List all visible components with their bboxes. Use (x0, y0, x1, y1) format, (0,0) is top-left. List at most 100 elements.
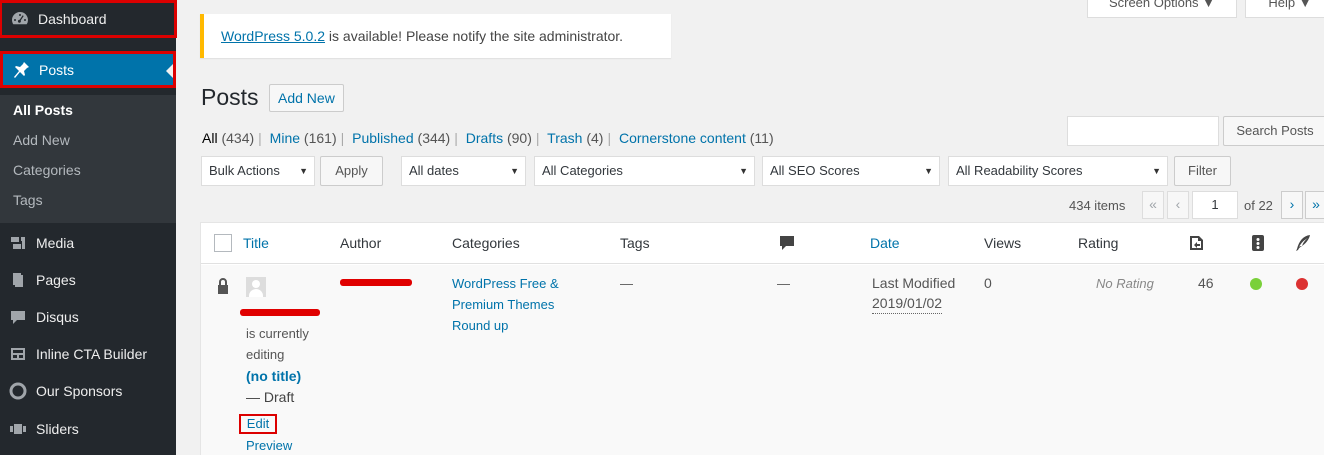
redacted-author (340, 279, 412, 286)
filter-cornerstone-count: (11) (749, 130, 774, 146)
submenu-all-posts[interactable]: All Posts (0, 95, 176, 125)
update-link[interactable]: WordPress 5.0.2 (221, 28, 325, 44)
prev-page-button[interactable]: ‹ (1167, 191, 1189, 219)
filter-published-count: (344) (417, 130, 451, 146)
column-tags: Tags (620, 235, 650, 251)
rating-value: No Rating (1096, 276, 1154, 291)
table-row: is currently editing (no title) — Draft … (201, 265, 1324, 455)
current-menu-arrow (166, 64, 173, 78)
dashboard-icon (2, 9, 38, 29)
help-tab[interactable]: Help ▼ (1245, 0, 1324, 18)
filter-trash[interactable]: Trash (547, 130, 582, 146)
update-notice: WordPress 5.0.2 is available! Please not… (200, 14, 671, 58)
category-link-line3[interactable]: Round up (452, 315, 508, 336)
sidebar-item-dashboard[interactable]: Dashboard (0, 0, 177, 38)
filter-cornerstone[interactable]: Cornerstone content (619, 130, 746, 146)
sidebar-item-label: Our Sponsors (36, 383, 123, 399)
readability-score-icon (1293, 233, 1313, 256)
sidebar-item-posts[interactable]: Posts (0, 51, 176, 88)
readability-value: All Readability Scores (956, 163, 1083, 178)
tags-value: — (620, 276, 633, 291)
sidebar-item-label: Sliders (36, 421, 79, 437)
sidebar-item-label: Disqus (36, 309, 79, 325)
pin-icon (3, 60, 39, 80)
editing-notice-line2: editing (246, 347, 285, 362)
filter-button[interactable]: Filter (1174, 156, 1231, 186)
screen-options-label: Screen Options (1108, 0, 1199, 10)
comments-column-icon[interactable] (777, 233, 797, 256)
category-link-line2[interactable]: Premium Themes (452, 294, 554, 315)
sidebar-item-label: Media (36, 235, 75, 251)
views-value: 0 (984, 275, 992, 291)
circle-icon (0, 381, 36, 401)
posts-table: Title Author Categories Tags Date Views … (200, 222, 1324, 455)
search-input[interactable] (1067, 116, 1219, 146)
sidebar-item-label: Inline CTA Builder (36, 346, 148, 362)
column-rating: Rating (1078, 235, 1119, 251)
column-views: Views (984, 235, 1022, 251)
date-value: 2019/01/02 (872, 294, 943, 314)
select-all-checkbox[interactable] (214, 234, 232, 252)
bulk-actions-select[interactable]: Bulk Actions (201, 156, 315, 186)
lock-icon (218, 278, 228, 294)
readability-scores-select[interactable]: All Readability Scores (948, 156, 1168, 186)
preview-link[interactable]: Preview (246, 435, 292, 455)
comment-icon (0, 307, 36, 327)
sidebar-item-our-sponsors[interactable]: Our Sponsors (0, 372, 176, 410)
seo-score-icon (1248, 233, 1268, 256)
filter-all-count: (434) (221, 130, 255, 146)
bulk-actions-value: Bulk Actions (209, 163, 280, 178)
sidebar-item-pages[interactable]: Pages (0, 261, 176, 299)
dates-select[interactable]: All dates (401, 156, 526, 186)
filter-all[interactable]: All (202, 130, 218, 146)
total-pages: of 22 (1244, 198, 1273, 213)
add-new-button[interactable]: Add New (269, 84, 344, 112)
filter-published[interactable]: Published (352, 130, 414, 146)
internal-links-icon (1186, 233, 1206, 256)
sidebar-item-disqus[interactable]: Disqus (0, 298, 176, 336)
filter-drafts-count: (90) (506, 130, 532, 146)
apply-button[interactable]: Apply (320, 156, 383, 186)
submenu-add-new[interactable]: Add New (0, 125, 176, 155)
slider-icon (0, 419, 36, 439)
column-author: Author (340, 235, 382, 251)
seo-scores-select[interactable]: All SEO Scores (762, 156, 940, 186)
filter-trash-count: (4) (586, 130, 604, 146)
status-filter-links: All (434) | Mine (161) | Published (344) | … (202, 130, 774, 146)
sidebar-item-label: Posts (39, 61, 75, 78)
table-header: Title Author Categories Tags Date Views … (201, 223, 1324, 264)
screen-options-tab[interactable]: Screen Options ▼ (1087, 0, 1237, 18)
filter-mine[interactable]: Mine (270, 130, 300, 146)
submenu-categories[interactable]: Categories (0, 155, 176, 185)
categories-value: All Categories (542, 163, 623, 178)
category-link-line1[interactable]: WordPress Free & (452, 273, 559, 294)
post-title-link[interactable]: (no title) (246, 366, 301, 387)
sidebar-item-sliders[interactable]: Sliders (0, 410, 176, 448)
pages-icon (0, 270, 36, 290)
filter-mine-count: (161) (303, 130, 337, 146)
search-posts-button[interactable]: Search Posts (1223, 116, 1324, 146)
comments-value: — (777, 276, 790, 291)
column-date[interactable]: Date (870, 235, 900, 251)
first-page-button[interactable]: « (1142, 191, 1164, 219)
next-page-button[interactable]: › (1281, 191, 1303, 219)
categories-select[interactable]: All Categories (534, 156, 755, 186)
page-title: Posts (201, 84, 259, 110)
seo-value: All SEO Scores (770, 163, 860, 178)
links-count: 46 (1198, 275, 1214, 291)
cta-icon (0, 344, 36, 364)
post-state: — Draft (246, 389, 295, 405)
admin-sidebar: Dashboard Posts All Posts Add New Catego… (0, 0, 177, 455)
current-page-input[interactable]: 1 (1192, 191, 1238, 219)
column-title[interactable]: Title (243, 235, 269, 251)
seo-score-dot (1250, 278, 1262, 290)
sidebar-item-label: Dashboard (38, 11, 107, 27)
sidebar-item-media[interactable]: Media (0, 224, 176, 262)
edit-link[interactable]: Edit (239, 414, 277, 434)
filter-drafts[interactable]: Drafts (466, 130, 503, 146)
dates-value: All dates (409, 163, 459, 178)
notice-text: is available! Please notify the site adm… (325, 28, 624, 44)
submenu-tags[interactable]: Tags (0, 185, 176, 215)
sidebar-item-inline-cta[interactable]: Inline CTA Builder (0, 335, 176, 373)
last-page-button[interactable]: » (1305, 191, 1324, 219)
